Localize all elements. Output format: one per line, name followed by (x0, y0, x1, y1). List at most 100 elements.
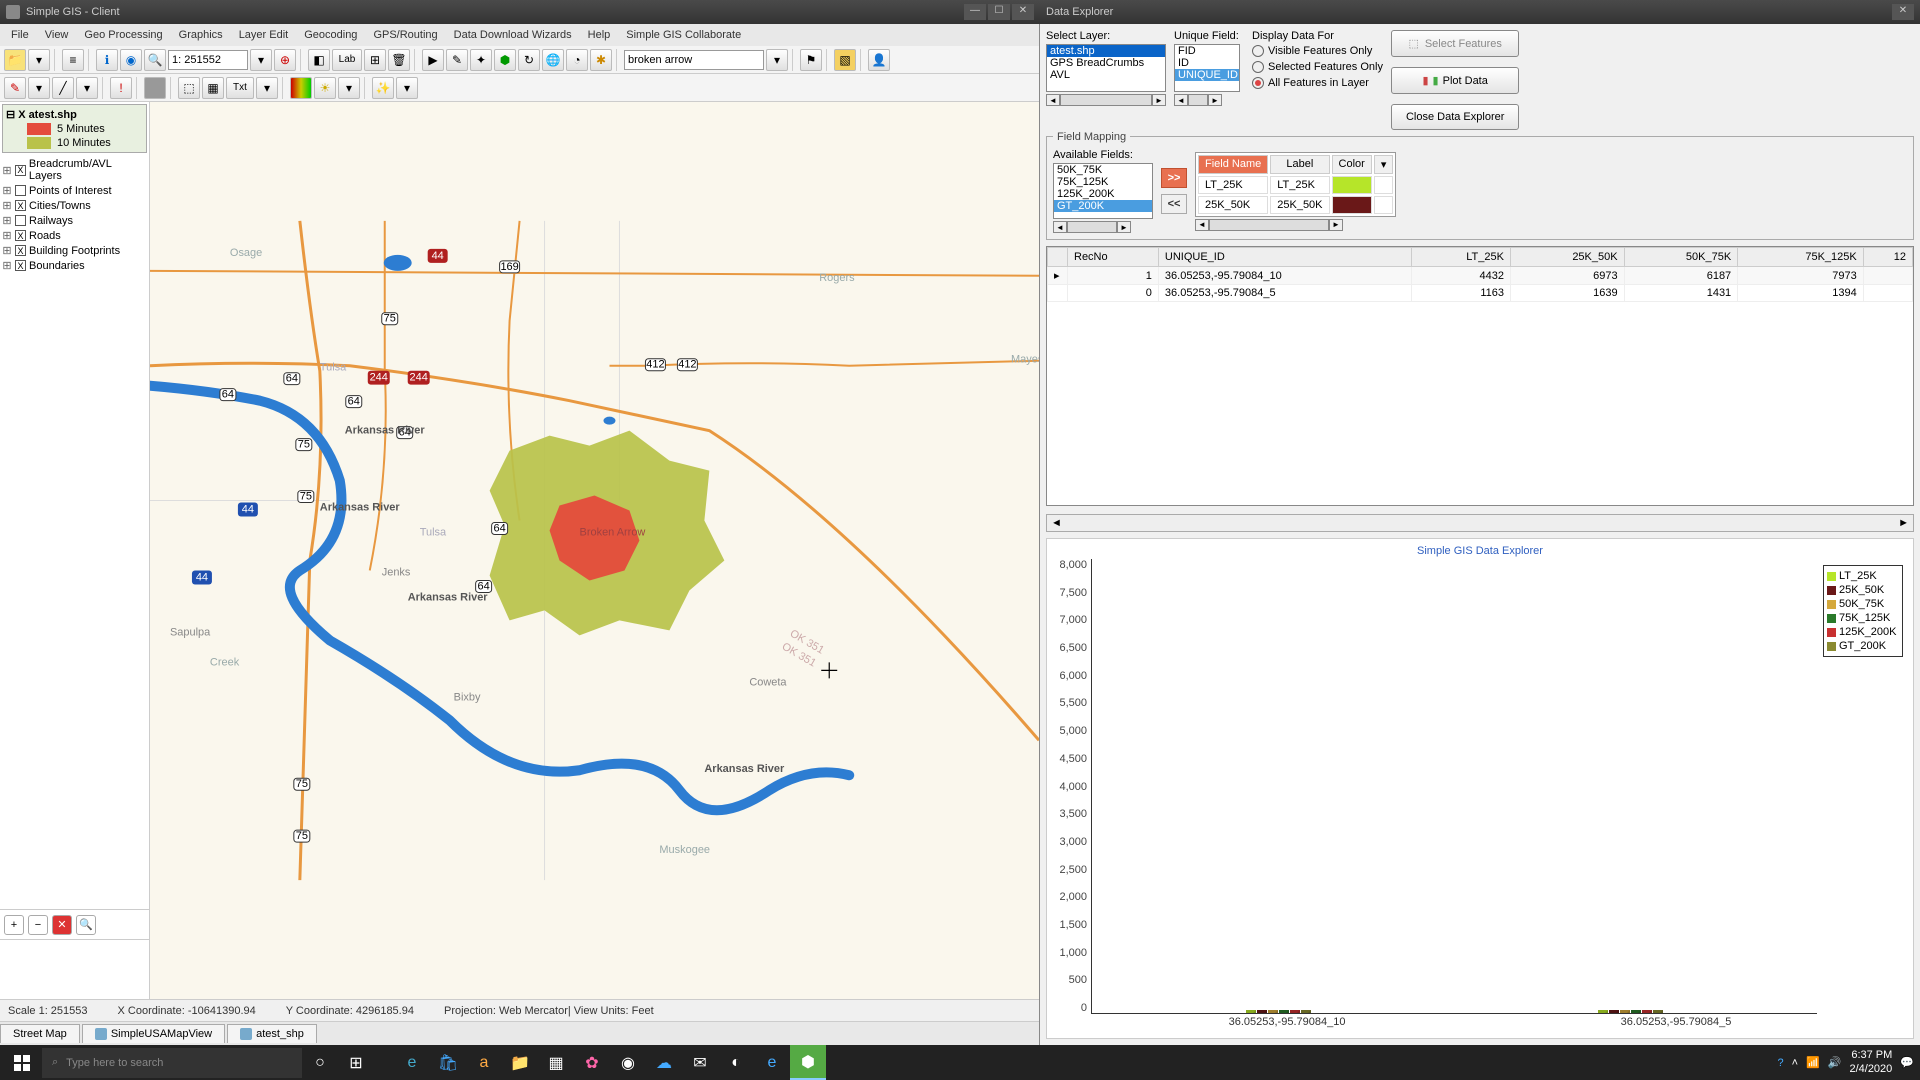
app-icon-2[interactable]: ✿ (574, 1045, 610, 1080)
unique-field-list[interactable]: FID ID UNIQUE_ID (1174, 44, 1240, 92)
amazon-icon[interactable]: a (466, 1045, 502, 1080)
tool2-pen[interactable]: ✎ (4, 77, 26, 99)
tool-eraser[interactable]: ◧ (308, 49, 330, 71)
table-row[interactable]: 036.05253,-95.79084_5 11631639 14311394 (1048, 285, 1913, 302)
legend-collapse-icon[interactable]: ⊟ (6, 108, 15, 121)
tool2-line[interactable]: ╱ (52, 77, 74, 99)
menu-geocoding[interactable]: Geocoding (297, 27, 364, 43)
zoom-layer-button[interactable]: 🔍 (76, 915, 96, 935)
menu-graphics[interactable]: Graphics (172, 27, 230, 43)
tool2-pendrop[interactable]: ▾ (28, 77, 50, 99)
help-icon[interactable]: ? (1778, 1057, 1784, 1069)
tool2-linedrop[interactable]: ▾ (76, 77, 98, 99)
app-icon-3[interactable]: ◉ (610, 1045, 646, 1080)
menu-help[interactable]: Help (581, 27, 618, 43)
tool-play[interactable]: ▶ (422, 49, 444, 71)
menu-datadownload[interactable]: Data Download Wizards (447, 27, 579, 43)
tool2-warn[interactable]: ! (110, 77, 132, 99)
menu-collaborate[interactable]: Simple GIS Collaborate (619, 27, 748, 43)
tool2-wand[interactable]: ✨ (372, 77, 394, 99)
available-fields-list[interactable]: 50K_75K 75K_125K 125K_200K GT_200K (1053, 163, 1153, 219)
tool-gear[interactable]: ✱ (590, 49, 612, 71)
explorer-icon[interactable]: 📁 (502, 1045, 538, 1080)
layer-roads[interactable]: ⊞XRoads (2, 228, 147, 243)
menu-file[interactable]: File (4, 27, 36, 43)
scale-input[interactable] (168, 50, 248, 70)
data-grid[interactable]: RecNoUNIQUE_ID LT_25K25K_50K 50K_75K75K_… (1046, 246, 1914, 506)
mapping-table[interactable]: Field NameLabelColor▾ LT_25KLT_25K 25K_5… (1195, 152, 1396, 217)
store-icon[interactable]: 🛍 (430, 1045, 466, 1080)
app-icon-1[interactable]: ▦ (538, 1045, 574, 1080)
tool-lab[interactable]: Lab (332, 49, 362, 71)
taskview-icon[interactable]: ⊞ (338, 1045, 374, 1080)
tool2-sun[interactable]: ☀ (314, 77, 336, 99)
tool2-sundrop[interactable]: ▾ (338, 77, 360, 99)
layer-breadcrumb[interactable]: ⊞XBreadcrumb/AVL Layers (2, 157, 147, 183)
tool-zoom[interactable]: 🔍 (144, 49, 166, 71)
cortana-icon[interactable]: ○ (302, 1045, 338, 1080)
map-canvas[interactable]: 169 75 64 64 64 64 64 64 75 75 75 75 412… (150, 102, 1039, 999)
tool-info[interactable]: ℹ (96, 49, 118, 71)
radio-visible[interactable]: Visible Features Only (1252, 44, 1383, 58)
add-field-button[interactable]: >> (1161, 168, 1187, 188)
maximize-button[interactable]: ☐ (988, 4, 1010, 20)
tool-zoomdrop[interactable]: ▾ (250, 49, 272, 71)
tray-up-icon[interactable]: ˄ (1792, 1057, 1798, 1069)
cancel-button[interactable]: ✕ (52, 915, 72, 935)
tool-trash[interactable]: 🗑 (388, 49, 410, 71)
tab-streetmap[interactable]: Street Map (0, 1024, 80, 1043)
radio-selected[interactable]: Selected Features Only (1252, 60, 1383, 74)
tool-map[interactable]: ▧ (834, 49, 856, 71)
volume-icon[interactable]: 🔊 (1828, 1056, 1842, 1069)
tool-list[interactable]: ≡ (62, 49, 84, 71)
menu-view[interactable]: View (38, 27, 76, 43)
tool-globe2[interactable]: 🌐 (542, 49, 564, 71)
layer-boundaries[interactable]: ⊞XBoundaries (2, 258, 147, 273)
gis-icon[interactable]: ⬢ (790, 1045, 826, 1080)
mail-icon[interactable]: ✉ (682, 1045, 718, 1080)
select-layer-list[interactable]: atest.shp GPS BreadCrumbs AVL (1046, 44, 1166, 92)
tool-flag[interactable]: ⚑ (800, 49, 822, 71)
layer-buildings[interactable]: ⊞XBuilding Footprints (2, 243, 147, 258)
tool-layer[interactable]: ⬢ (494, 49, 516, 71)
plot-data-button[interactable]: ▮▮Plot Data (1391, 67, 1519, 94)
radio-all[interactable]: All Features in Layer (1252, 76, 1383, 90)
search-dropdown[interactable]: ▾ (766, 49, 788, 71)
menu-geoprocessing[interactable]: Geo Processing (77, 27, 169, 43)
tool-clock[interactable]: ◔ (566, 49, 588, 71)
tab-usamap[interactable]: SimpleUSAMapView (82, 1024, 225, 1043)
tool2-txtdrop[interactable]: ▾ (256, 77, 278, 99)
onedrive-icon[interactable]: ☁ (646, 1045, 682, 1080)
close-button[interactable]: ✕ (1012, 4, 1034, 20)
legend-checkbox[interactable]: X (18, 109, 25, 121)
select-features-button[interactable]: ⬚Select Features (1391, 30, 1519, 57)
remove-layer-button[interactable]: − (28, 915, 48, 935)
tool-person[interactable]: 👤 (868, 49, 890, 71)
add-layer-button[interactable]: + (4, 915, 24, 935)
tab-atest[interactable]: atest_shp (227, 1024, 317, 1043)
layer-railways[interactable]: ⊞Railways (2, 213, 147, 228)
tool-world[interactable]: ◉ (120, 49, 142, 71)
layer-cities[interactable]: ⊞XCities/Towns (2, 198, 147, 213)
close-explorer-button[interactable]: Close Data Explorer (1391, 104, 1519, 130)
clock[interactable]: 6:37 PM 2/4/2020 (1849, 1049, 1892, 1075)
chrome-icon[interactable]: ◐ (718, 1045, 754, 1080)
layer-poi[interactable]: ⊞Points of Interest (2, 183, 147, 198)
wifi-icon[interactable]: 📶 (1806, 1056, 1820, 1069)
tool-dropdown[interactable]: ▾ (28, 49, 50, 71)
table-row[interactable]: ▸ 136.05253,-95.79084_10 44326973 618779… (1048, 267, 1913, 285)
minimize-button[interactable]: — (964, 4, 986, 20)
taskbar-search[interactable]: ⌕ Type here to search (42, 1048, 302, 1078)
remove-field-button[interactable]: << (1161, 194, 1187, 214)
tool2-grid[interactable]: ▦ (202, 77, 224, 99)
tool2-select[interactable]: ⬚ (178, 77, 200, 99)
ie-icon[interactable]: e (754, 1045, 790, 1080)
tool-target[interactable]: ⊕ (274, 49, 296, 71)
tool-newlayer[interactable]: 📁 (4, 49, 26, 71)
grid-hscroll[interactable]: ◄► (1046, 514, 1914, 532)
menu-gpsrouting[interactable]: GPS/Routing (366, 27, 444, 43)
tool2-color[interactable] (290, 77, 312, 99)
tool-pencil[interactable]: ✎ (446, 49, 468, 71)
tool-table[interactable]: ⊞ (364, 49, 386, 71)
search-input[interactable] (624, 50, 764, 70)
